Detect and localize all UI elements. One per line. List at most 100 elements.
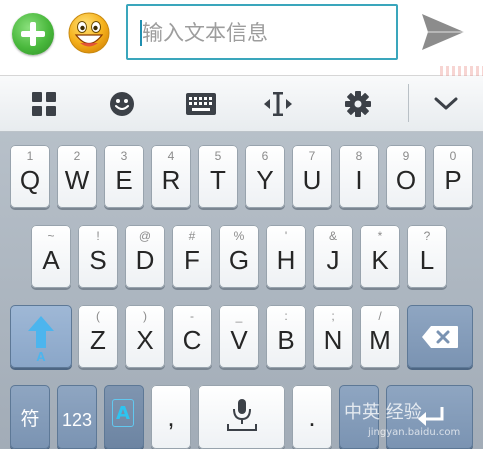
key-s[interactable]: ! S [78,225,118,288]
key-sub-label: 7 [308,149,316,163]
shift-arrow-icon [28,316,54,348]
key-c[interactable]: -C [172,305,212,368]
key-sub-label: ) [143,309,147,323]
period-label: . [308,402,316,432]
key-sub-label: & [328,229,337,243]
backspace-key[interactable] [407,305,473,368]
key-main-label: I [355,165,363,195]
numbers-label: 123 [61,410,93,430]
send-arrow-icon[interactable] [418,10,468,54]
key-i[interactable]: 8I [339,145,379,208]
key-sub-label: 6 [261,149,269,163]
backspace-icon [422,326,458,348]
key-main-label: B [277,325,295,355]
comma-key[interactable]: , [151,385,191,449]
language-switch-key[interactable]: A [104,385,144,449]
key-sub-label: ( [96,309,100,323]
background-edge [440,66,483,76]
key-l[interactable]: ? L [407,225,447,288]
key-h[interactable]: ' H [266,225,306,288]
key-b[interactable]: :B [266,305,306,368]
key-u[interactable]: 7U [292,145,332,208]
key-e[interactable]: 3E [104,145,144,208]
key-sub-label: _ [235,309,243,323]
key-main-label: Z [90,325,106,355]
key-q[interactable]: 1Q [10,145,50,208]
key-w[interactable]: 2W [57,145,97,208]
key-main-label: C [182,325,202,355]
chevron-down-icon[interactable] [420,76,472,132]
key-j[interactable]: & J [313,225,353,288]
toolbar-divider [408,84,409,122]
period-key[interactable]: . [292,385,332,449]
key-g[interactable]: % G [219,225,259,288]
key-sub-label: @ [138,229,152,243]
key-r[interactable]: 4R [151,145,191,208]
key-main-label: H [276,245,296,275]
key-x[interactable]: ) X [125,305,165,368]
key-sub-label: ~ [47,229,55,243]
key-main-label: Y [256,165,274,195]
message-text-field[interactable] [126,4,398,60]
microphone-icon [227,399,257,431]
key-main-label: E [115,165,133,195]
key-z[interactable]: (Z [78,305,118,368]
symbols-key[interactable]: 符 [10,385,50,449]
message-input[interactable] [142,14,390,52]
key-main-label: J [326,245,340,275]
key-main-label: L [419,245,435,275]
key-a[interactable]: ~ A [31,225,71,288]
key-t[interactable]: 5T [198,145,238,208]
key-n[interactable]: ; N [313,305,353,368]
key-main-label: D [135,245,155,275]
symbols-label: 符 [20,408,40,430]
keyboard-icon[interactable] [175,76,227,132]
grid-icon[interactable] [18,76,70,132]
settings-gear-icon[interactable] [332,76,384,132]
key-sub-label: 4 [167,149,175,163]
key-main-label: U [302,165,322,195]
key-o[interactable]: 9O [386,145,426,208]
smiley-face-icon[interactable] [66,10,112,56]
key-d[interactable]: @ D [125,225,165,288]
key-main-label: A [42,245,60,275]
plus-circle-icon[interactable] [12,13,54,55]
emoji-icon[interactable] [96,76,148,132]
numbers-key[interactable]: 123 [57,385,97,449]
key-main-label: T [210,165,226,195]
key-main-label: M [369,325,391,355]
key-sub-label: 0 [449,149,457,163]
key-sub-label: : [284,309,288,323]
key-f[interactable]: # F [172,225,212,288]
key-y[interactable]: 6Y [245,145,285,208]
key-sub-label: 9 [402,149,410,163]
key-sub-label: 2 [73,149,81,163]
key-sub-label: - [190,309,194,323]
key-main-label: R [161,165,181,195]
key-sub-label: ! [96,229,100,243]
key-main-label: X [136,325,154,355]
key-k[interactable]: * K [360,225,400,288]
space-key[interactable] [198,385,285,449]
key-sub-label: / [378,309,382,323]
message-input-bar [0,0,483,76]
key-sub-label: 5 [214,149,222,163]
key-main-label: F [184,245,200,275]
key-m[interactable]: / M [360,305,400,368]
key-sub-label: 8 [355,149,363,163]
key-main-label: W [64,165,90,195]
key-v[interactable]: _ V [219,305,259,368]
watermark-url: jingyan.baidu.com [368,427,461,438]
keyboard-toolbar [0,76,483,132]
key-main-label: N [323,325,343,355]
key-main-label: Q [19,165,41,195]
key-p[interactable]: 0P [433,145,473,208]
key-main-label: K [371,245,389,275]
cursor-move-icon[interactable] [252,76,304,132]
key-sub-label: ' [284,229,288,243]
key-main-label: V [230,325,248,355]
key-sub-label: ? [423,229,431,243]
shift-label: A [36,349,46,364]
key-sub-label: # [188,229,196,243]
shift-key[interactable]: A [10,305,72,368]
